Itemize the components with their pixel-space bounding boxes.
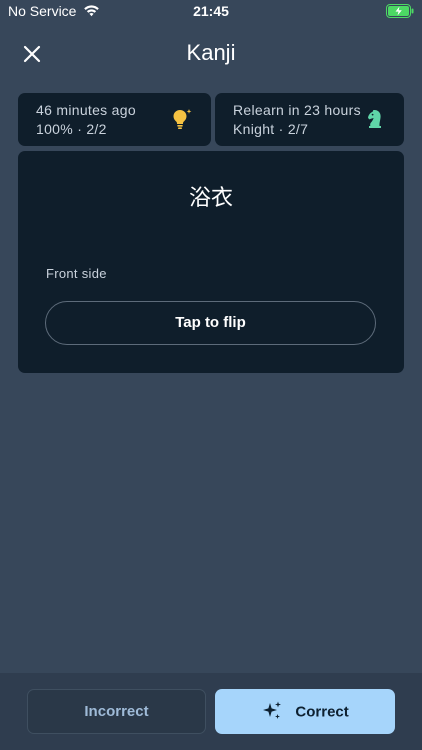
- chess-knight-icon: [368, 110, 381, 128]
- correct-label: Correct: [295, 703, 349, 721]
- relearn-card: Relearn in 23 hours Knight · 2/7: [215, 93, 404, 146]
- flashcard[interactable]: 浴衣 Front side Tap to flip: [18, 151, 404, 373]
- answer-bar: Incorrect Correct: [0, 673, 422, 750]
- clock: 21:45: [193, 3, 229, 19]
- tap-to-flip-button[interactable]: Tap to flip: [45, 301, 376, 345]
- sparkle-icon: [263, 701, 282, 719]
- page-title: Kanji: [186, 40, 236, 65]
- battery-charging-icon: [386, 4, 414, 18]
- lightbulb-icon: [173, 109, 192, 129]
- review-stats-card: 46 minutes ago 100% · 2/2: [18, 93, 211, 146]
- incorrect-button[interactable]: Incorrect: [27, 689, 206, 734]
- card-side-label: Front side: [46, 266, 107, 281]
- correct-button[interactable]: Correct: [215, 689, 395, 734]
- status-bar: No Service 21:45: [0, 0, 422, 24]
- header: Kanji: [0, 36, 422, 74]
- card-term: 浴衣: [188, 186, 233, 211]
